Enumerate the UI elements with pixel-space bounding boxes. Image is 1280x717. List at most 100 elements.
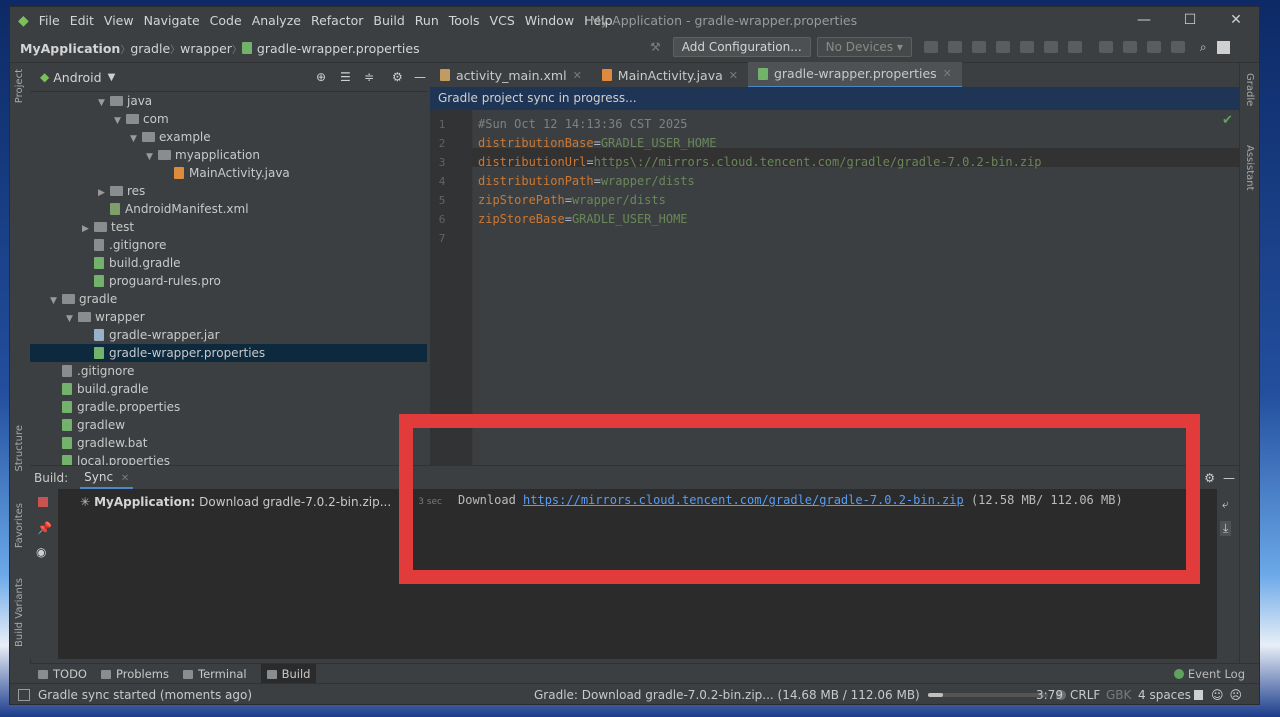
hide-panel-icon[interactable]: — [414, 70, 426, 84]
project-tool-button[interactable]: Project [14, 69, 25, 103]
menu-item-navigate[interactable]: Navigate [144, 13, 200, 28]
code-line[interactable]: #Sun Oct 12 14:13:36 CST 2025 [478, 115, 688, 134]
pin-icon[interactable]: 📌 [37, 521, 52, 535]
project-tree-item[interactable]: proguard-rules.pro [30, 272, 427, 290]
project-tree-item[interactable]: .gitignore [30, 362, 427, 380]
line-separator[interactable]: CRLF [1070, 688, 1100, 702]
menu-item-run[interactable]: Run [415, 13, 439, 28]
breadcrumb-item[interactable]: gradle-wrapper.properties [257, 41, 420, 56]
menu-item-refactor[interactable]: Refactor [311, 13, 363, 28]
gear-icon[interactable]: ⚙ [1204, 471, 1215, 485]
editor-tab[interactable]: gradle-wrapper.properties ✕ [747, 61, 962, 89]
breadcrumb-item[interactable]: MyApplication [20, 41, 120, 56]
indent-setting[interactable]: 4 spaces [1138, 688, 1191, 702]
stop-icon[interactable] [38, 497, 48, 507]
lock-icon[interactable] [1194, 689, 1203, 700]
project-tree-item[interactable]: ▼ myapplication [30, 146, 427, 164]
avd-manager-icon[interactable] [1122, 41, 1137, 53]
close-tab-icon[interactable]: ✕ [573, 69, 582, 82]
profile-icon[interactable] [1019, 41, 1034, 53]
breadcrumb-item[interactable]: wrapper [180, 41, 232, 56]
menu-item-file[interactable]: File [39, 13, 60, 28]
scroll-to-end-icon[interactable]: ⤓ [1220, 521, 1232, 536]
soft-wrap-icon[interactable]: ⤶ [1222, 497, 1229, 512]
maximize-button[interactable]: ☐ [1167, 7, 1213, 34]
project-tree-item[interactable]: ▶ test [30, 218, 427, 236]
editor-tab[interactable]: activity_main.xml ✕ [430, 63, 592, 87]
stop-icon[interactable] [1067, 41, 1082, 53]
menu-item-tools[interactable]: Tools [449, 13, 480, 28]
rerun-icon[interactable] [947, 41, 962, 53]
avatar-icon[interactable] [1216, 40, 1230, 54]
project-tree-item[interactable]: build.gradle [30, 380, 427, 398]
structure-tool-button[interactable]: Structure [14, 425, 25, 472]
apply-changes-icon[interactable] [971, 41, 986, 53]
code-line[interactable]: distributionBase=GRADLE_USER_HOME [478, 134, 716, 153]
eye-icon[interactable]: ◉ [36, 545, 46, 559]
project-tree-item[interactable]: AndroidManifest.xml [30, 200, 427, 218]
gradle-tool-button[interactable]: Gradle [1244, 73, 1255, 106]
code-line[interactable]: zipStorePath=wrapper/dists [478, 191, 666, 210]
project-tree-item[interactable]: gradle.properties [30, 398, 427, 416]
hide-panel-icon[interactable]: — [1223, 471, 1235, 485]
code-line[interactable]: distributionUrl=https\://mirrors.cloud.t… [478, 153, 1042, 172]
project-tree-item[interactable]: local.properties [30, 452, 427, 465]
file-encoding[interactable]: GBK [1106, 688, 1131, 702]
project-tree-item[interactable]: gradlew [30, 416, 427, 434]
search-icon[interactable]: ⌕ [1200, 40, 1207, 55]
project-tree-item[interactable]: .gitignore [30, 236, 427, 254]
chevron-down-icon[interactable]: ▼ [108, 72, 116, 83]
project-tree-item[interactable]: ▶ res [30, 182, 427, 200]
code-line[interactable]: distributionPath=wrapper/dists [478, 172, 695, 191]
smiley-icon[interactable]: ☺ [1211, 688, 1224, 702]
collapse-all-icon[interactable]: ≑ [364, 70, 374, 84]
code-line[interactable]: zipStoreBase=GRADLE_USER_HOME [478, 210, 688, 229]
menu-item-analyze[interactable]: Analyze [252, 13, 301, 28]
project-tree-item[interactable]: build.gradle [30, 254, 427, 272]
menu-item-window[interactable]: Window [525, 13, 574, 28]
assistant-tool-button[interactable]: Assistant [1244, 145, 1255, 191]
build-variants-tool-button[interactable]: Build Variants [14, 578, 25, 647]
menu-item-code[interactable]: Code [210, 13, 242, 28]
gear-icon[interactable]: ⚙ [392, 70, 403, 84]
event-log-button[interactable]: Event Log [1173, 667, 1245, 681]
tab-sync[interactable]: Sync ✕ [80, 467, 134, 489]
close-tab-icon[interactable]: ✕ [943, 67, 952, 80]
project-view-selector[interactable]: Android [53, 70, 101, 85]
code-editor[interactable]: #Sun Oct 12 14:13:36 CST 2025 distributio… [472, 110, 1239, 465]
minimize-button[interactable]: — [1121, 7, 1167, 34]
expand-all-icon[interactable]: ☰ [340, 70, 351, 84]
project-tree-item[interactable]: ▼ wrapper [30, 308, 427, 326]
project-tree-item[interactable]: MainActivity.java [30, 164, 427, 182]
editor-tab[interactable]: MainActivity.java ✕ [592, 63, 748, 87]
toggle-tool-windows-icon[interactable] [18, 688, 30, 701]
favorites-tool-button[interactable]: Favorites [14, 503, 25, 548]
tool-window-terminal[interactable]: Terminal [183, 667, 247, 681]
hammer-icon[interactable]: ⚒ [650, 40, 661, 54]
tool-window-problems[interactable]: Problems [100, 667, 169, 681]
tool-window-build[interactable]: Build [260, 664, 317, 684]
debug-icon[interactable] [995, 41, 1010, 53]
build-tree-item[interactable]: ✳ MyApplication: Download gradle-7.0.2-b… [80, 493, 446, 511]
attach-debugger-icon[interactable] [1043, 41, 1058, 53]
breadcrumb-item[interactable]: gradle [130, 41, 170, 56]
menu-item-view[interactable]: View [104, 13, 134, 28]
project-tree-item[interactable]: ▼ gradle [30, 290, 427, 308]
locate-icon[interactable]: ⊕ [316, 70, 326, 84]
menu-item-build[interactable]: Build [373, 13, 404, 28]
close-button[interactable]: ✕ [1213, 7, 1259, 34]
background-task[interactable]: Gradle: Download gradle-7.0.2-bin.zip...… [534, 688, 920, 702]
project-tree-item[interactable]: gradlew.bat [30, 434, 427, 452]
close-tab-icon[interactable]: ✕ [121, 473, 129, 484]
project-tree-item[interactable]: gradle-wrapper.jar [30, 326, 427, 344]
close-tab-icon[interactable]: ✕ [729, 69, 738, 82]
menu-item-edit[interactable]: Edit [70, 13, 94, 28]
project-tree-item[interactable]: gradle-wrapper.properties [30, 344, 427, 362]
project-tree-item[interactable]: ▼ java [30, 92, 427, 110]
project-tree-item[interactable]: ▼ com [30, 110, 427, 128]
run-icon[interactable] [923, 41, 938, 53]
project-tree-item[interactable]: ▼ example [30, 128, 427, 146]
add-configuration-button[interactable]: Add Configuration... [672, 37, 811, 57]
caret-position[interactable]: 3:79 [1036, 688, 1063, 702]
device-manager-icon[interactable] [1170, 41, 1185, 53]
